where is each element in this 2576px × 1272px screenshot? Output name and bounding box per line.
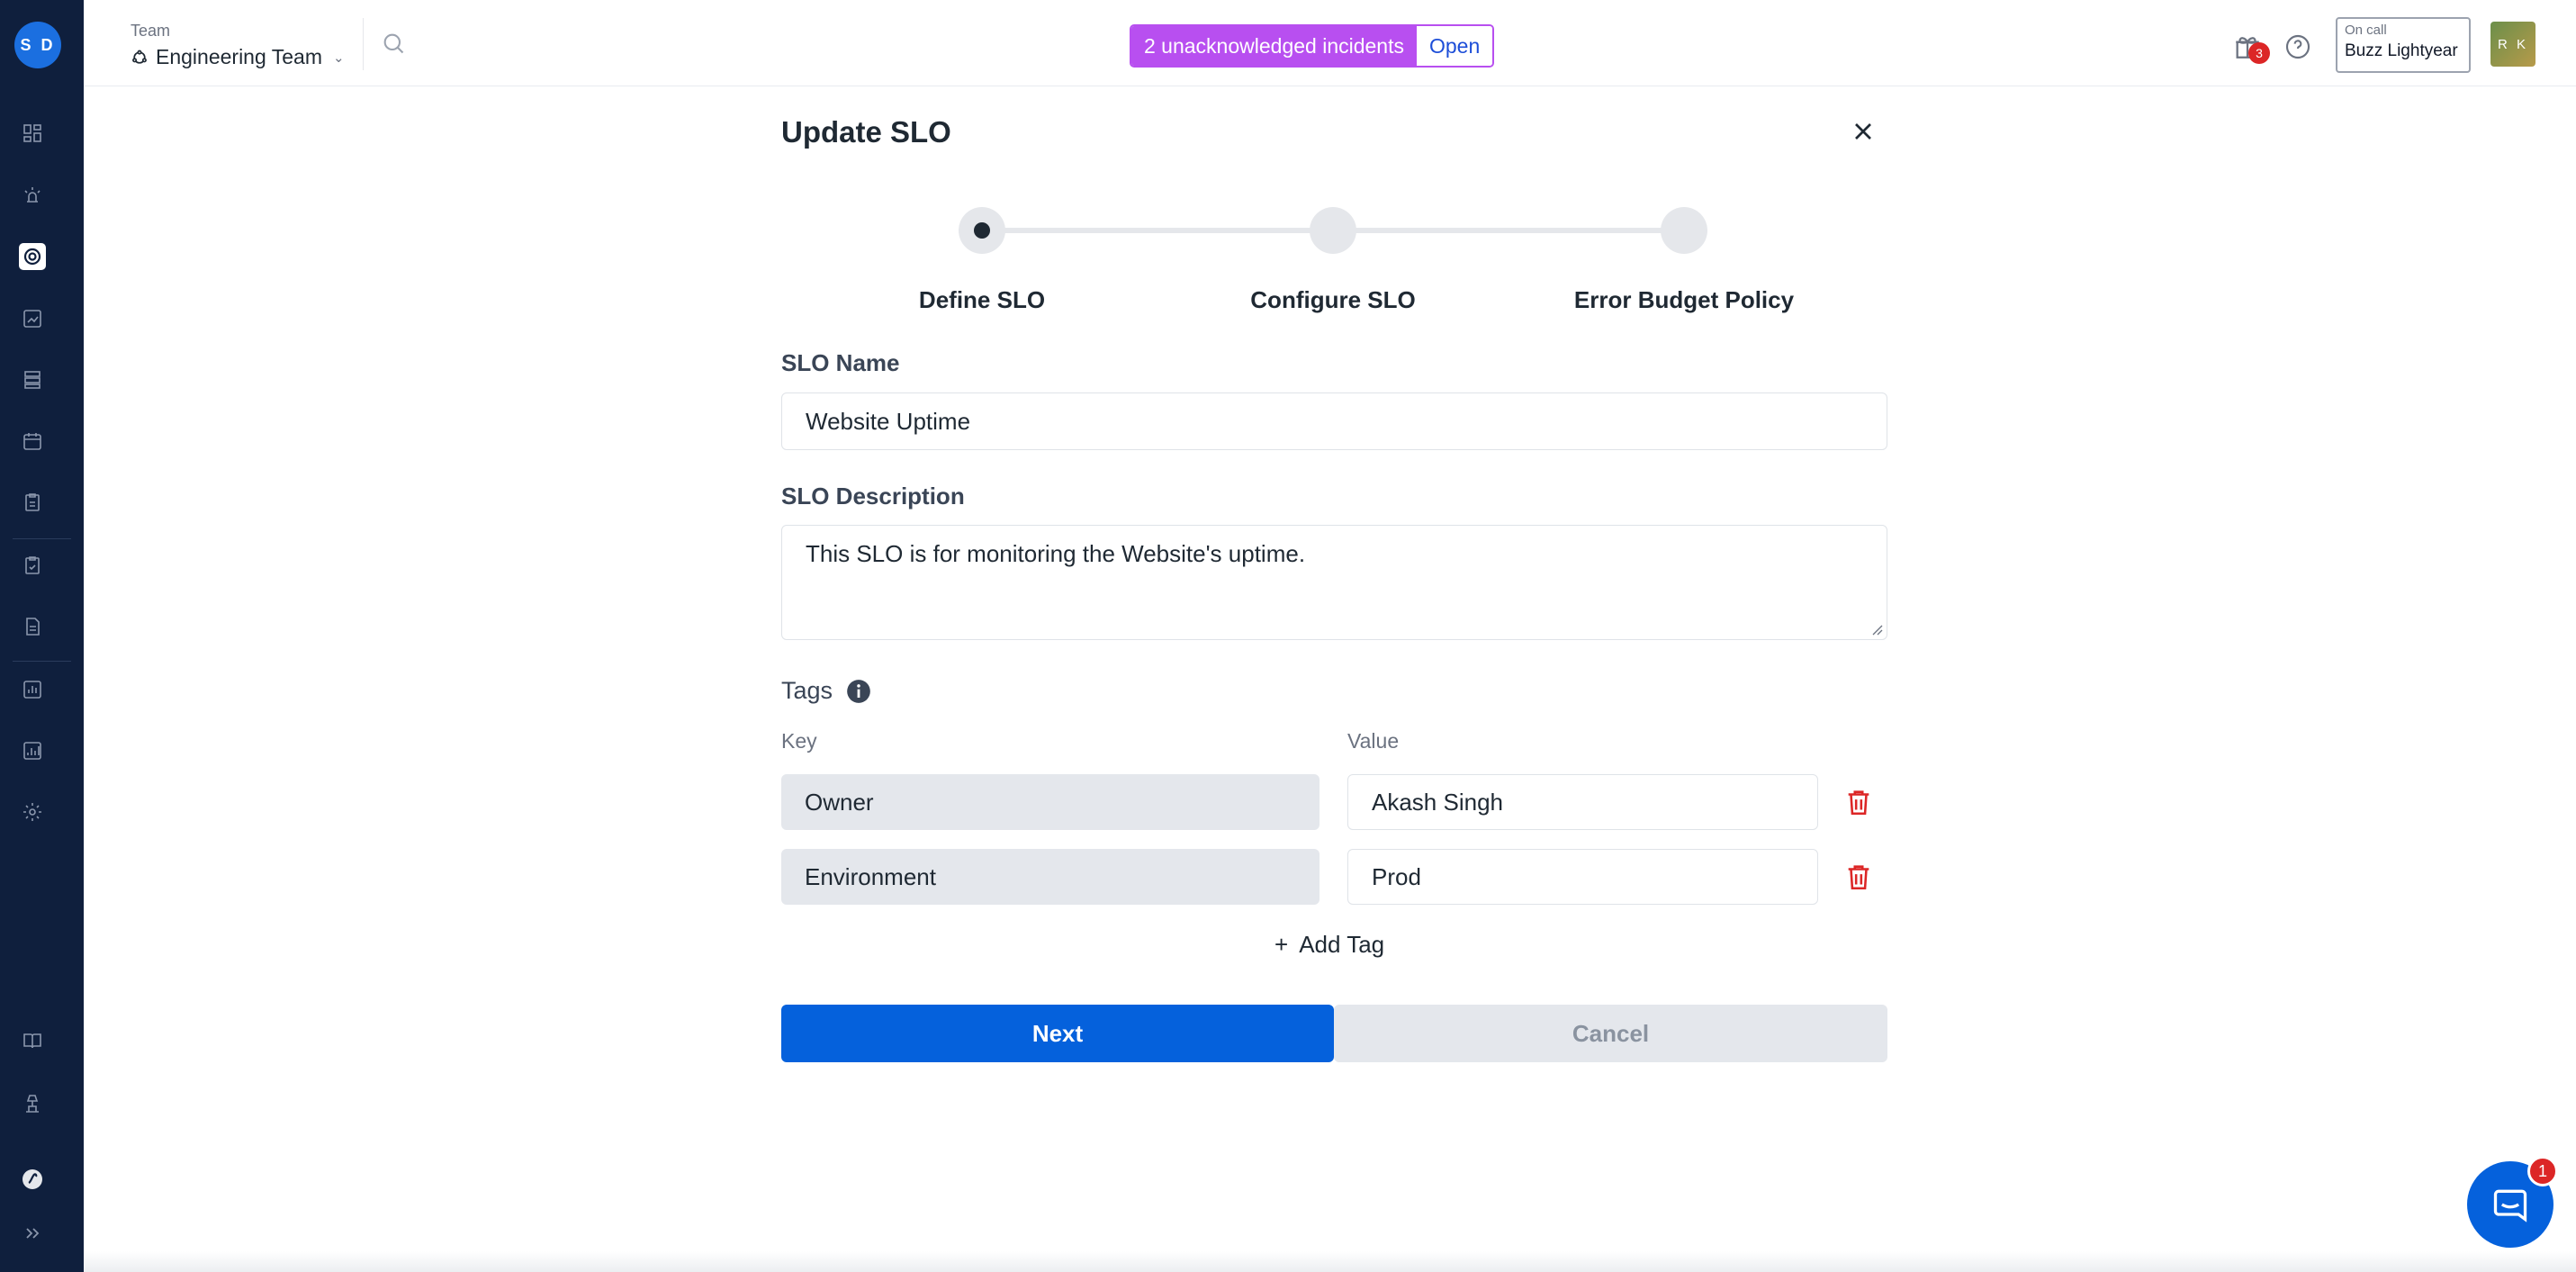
- tag-value-input[interactable]: Prod: [1347, 849, 1818, 905]
- oncall-name: Buzz Lightyear: [2345, 41, 2458, 60]
- close-icon[interactable]: [1849, 117, 1878, 146]
- header-divider: [363, 18, 364, 70]
- sidebar-divider: [13, 538, 71, 539]
- slo-icon[interactable]: [19, 243, 46, 270]
- value-column-label: Value: [1347, 729, 1400, 753]
- tag-value-input[interactable]: Akash Singh: [1347, 774, 1818, 830]
- integrations-icon[interactable]: [20, 1091, 45, 1116]
- expand-icon[interactable]: [20, 1221, 45, 1246]
- gift-badge: 3: [2248, 42, 2270, 64]
- slo-name-label: SLO Name: [781, 349, 900, 376]
- profile-avatar[interactable]: R K: [2490, 22, 2535, 67]
- dashboard-icon[interactable]: [20, 121, 45, 146]
- runbook-icon[interactable]: [20, 490, 45, 515]
- top-header: Team Engineering Team ⌄ 2 unacknowledged…: [84, 0, 2576, 86]
- user-avatar[interactable]: S D: [14, 22, 61, 68]
- postmortem-icon[interactable]: [20, 614, 45, 639]
- trash-icon[interactable]: [1843, 787, 1874, 817]
- docs-icon[interactable]: [20, 1028, 45, 1053]
- analytics-icon[interactable]: [20, 306, 45, 331]
- team-icon: [132, 50, 147, 64]
- chat-badge: 1: [2527, 1156, 2558, 1186]
- next-button[interactable]: Next: [781, 1005, 1334, 1062]
- help-icon[interactable]: [2283, 32, 2312, 61]
- services-icon[interactable]: [20, 367, 45, 392]
- incident-banner: 2 unacknowledged incidents Open: [1130, 24, 1495, 68]
- brand-icon: [20, 1167, 45, 1192]
- oncall-widget[interactable]: On call Buzz Lightyear: [2336, 17, 2471, 73]
- schedule-icon[interactable]: [20, 429, 45, 454]
- team-label: Team: [131, 22, 171, 40]
- reports-icon[interactable]: [20, 677, 45, 702]
- slo-description-textarea[interactable]: This SLO is for monitoring the Website's…: [781, 525, 1887, 640]
- plus-icon: +: [1274, 931, 1289, 958]
- tags-label: Tags: [781, 677, 833, 704]
- step-dot-configure-slo[interactable]: [1310, 207, 1356, 254]
- oncall-label: On call: [2345, 23, 2387, 38]
- sidebar-divider: [13, 661, 71, 662]
- cancel-button[interactable]: Cancel: [1334, 1005, 1887, 1062]
- settings-icon[interactable]: [20, 799, 45, 825]
- incident-count-text[interactable]: 2 unacknowledged incidents: [1131, 26, 1417, 66]
- search-icon[interactable]: [381, 31, 406, 56]
- info-icon[interactable]: [846, 679, 871, 704]
- checklist-icon[interactable]: [20, 553, 45, 578]
- step-dot-define-slo[interactable]: [959, 207, 1005, 254]
- step-label-configure-slo: Configure SLO: [1250, 286, 1416, 313]
- bottom-shadow: [84, 1251, 2576, 1272]
- team-selector[interactable]: Engineering Team ⌄: [131, 45, 345, 69]
- slo-name-input[interactable]: Website Uptime: [781, 392, 1887, 450]
- chevron-down-icon: ⌄: [332, 50, 345, 66]
- page-title: Update SLO: [781, 115, 951, 149]
- resize-handle-icon[interactable]: [1870, 623, 1883, 636]
- step-label-define-slo: Define SLO: [918, 286, 1046, 313]
- trash-icon[interactable]: [1843, 862, 1874, 892]
- chat-icon: [2493, 1189, 2527, 1222]
- active-step-indicator: [974, 222, 990, 239]
- add-tag-button[interactable]: + Add Tag: [1274, 931, 1384, 959]
- incidents-icon[interactable]: [20, 182, 45, 207]
- step-label-error-budget-policy: Error Budget Policy: [1573, 286, 1795, 313]
- insights-icon[interactable]: [20, 738, 45, 763]
- step-dot-error-budget-policy[interactable]: [1661, 207, 1707, 254]
- slo-description-label: SLO Description: [781, 483, 965, 510]
- tag-key-input[interactable]: Owner: [781, 774, 1320, 830]
- team-name: Engineering Team: [156, 45, 322, 68]
- slo-description-text: This SLO is for monitoring the Website's…: [806, 540, 1306, 567]
- open-incidents-button[interactable]: Open: [1416, 26, 1493, 66]
- key-column-label: Key: [781, 729, 817, 753]
- add-tag-label: Add Tag: [1299, 931, 1385, 958]
- tag-key-input[interactable]: Environment: [781, 849, 1320, 905]
- sidebar: S D: [0, 0, 84, 1272]
